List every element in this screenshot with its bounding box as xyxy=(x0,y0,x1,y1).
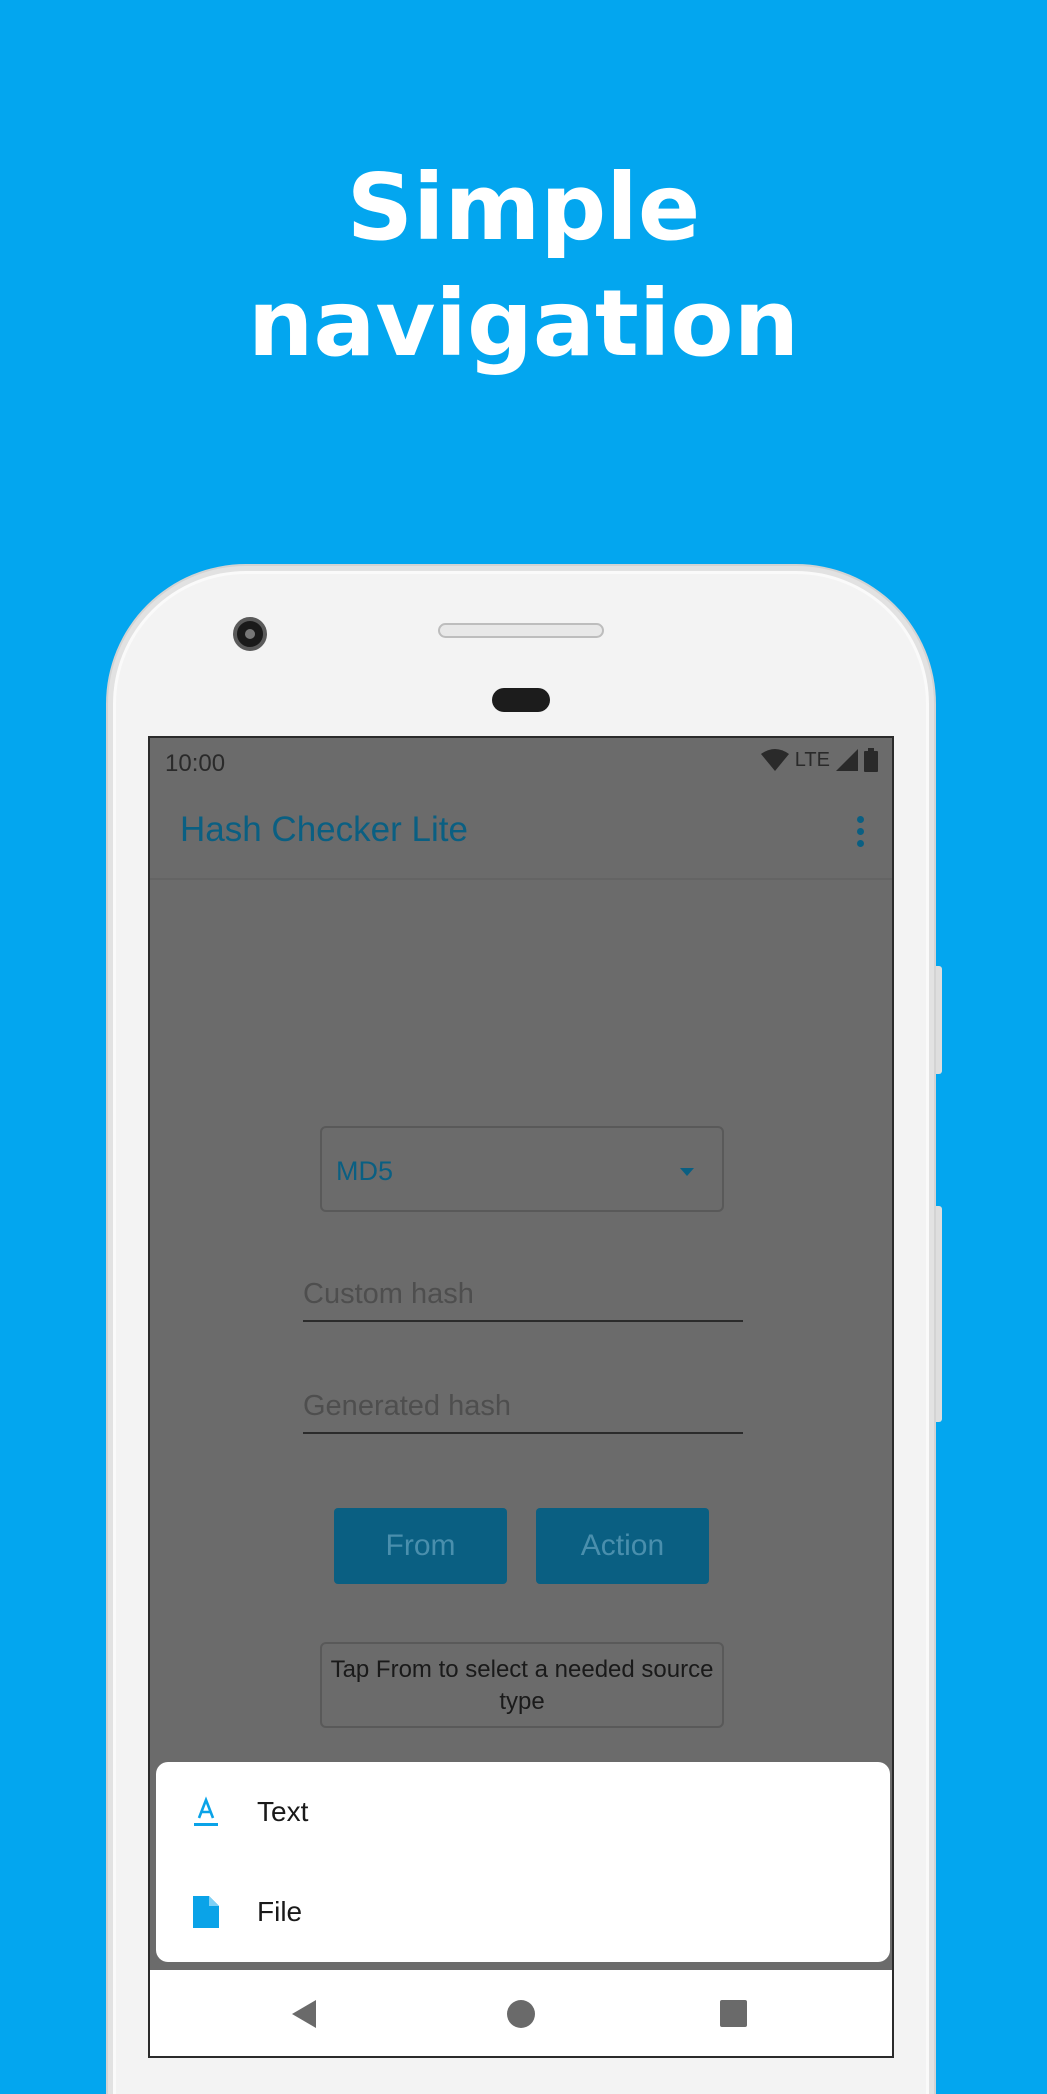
status-bar: 10:00 LTE xyxy=(150,738,892,788)
app-bar: Hash Checker Lite xyxy=(150,788,892,880)
network-type: LTE xyxy=(794,748,830,771)
generated-hash-field xyxy=(303,1380,743,1434)
sheet-item-label: File xyxy=(257,1896,303,1927)
headline-line-1: Simple xyxy=(346,154,701,261)
battery-icon xyxy=(864,748,878,772)
hash-type-value: MD5 xyxy=(336,1156,394,1186)
earpiece-speaker xyxy=(438,623,604,638)
overflow-menu-icon[interactable] xyxy=(854,816,866,856)
system-nav-bar xyxy=(150,1970,892,2056)
text-format-icon xyxy=(194,1796,218,1826)
source-type-sheet: Text File xyxy=(156,1762,890,1962)
action-button[interactable]: Action xyxy=(536,1508,709,1584)
sheet-item-label: Text xyxy=(257,1796,309,1827)
phone-screen: 10:00 LTE Hash Checker Lite MD5 From Act… xyxy=(148,736,894,2058)
custom-hash-field xyxy=(303,1268,743,1322)
dropdown-arrow-icon xyxy=(680,1168,694,1176)
custom-hash-input[interactable] xyxy=(303,1268,743,1320)
generated-hash-input[interactable] xyxy=(303,1380,743,1432)
app-title: Hash Checker Lite xyxy=(180,810,468,849)
back-icon[interactable] xyxy=(292,2000,316,2028)
sheet-item-text[interactable]: Text xyxy=(156,1762,890,1862)
signal-icon xyxy=(836,749,858,771)
front-camera xyxy=(233,617,267,651)
status-icons: LTE xyxy=(760,748,878,772)
wifi-icon xyxy=(760,749,789,771)
proximity-sensor xyxy=(492,688,550,712)
headline: Simple navigation xyxy=(0,150,1047,382)
hint-box: Tap From to select a needed source type xyxy=(320,1642,724,1728)
from-button[interactable]: From xyxy=(334,1508,507,1584)
home-icon[interactable] xyxy=(507,2000,535,2028)
recents-icon[interactable] xyxy=(720,2000,747,2027)
status-time: 10:00 xyxy=(165,750,226,777)
hash-type-select[interactable]: MD5 xyxy=(320,1126,724,1212)
file-icon xyxy=(193,1896,219,1928)
headline-line-2: navigation xyxy=(247,270,800,377)
sheet-item-file[interactable]: File xyxy=(156,1862,890,1962)
